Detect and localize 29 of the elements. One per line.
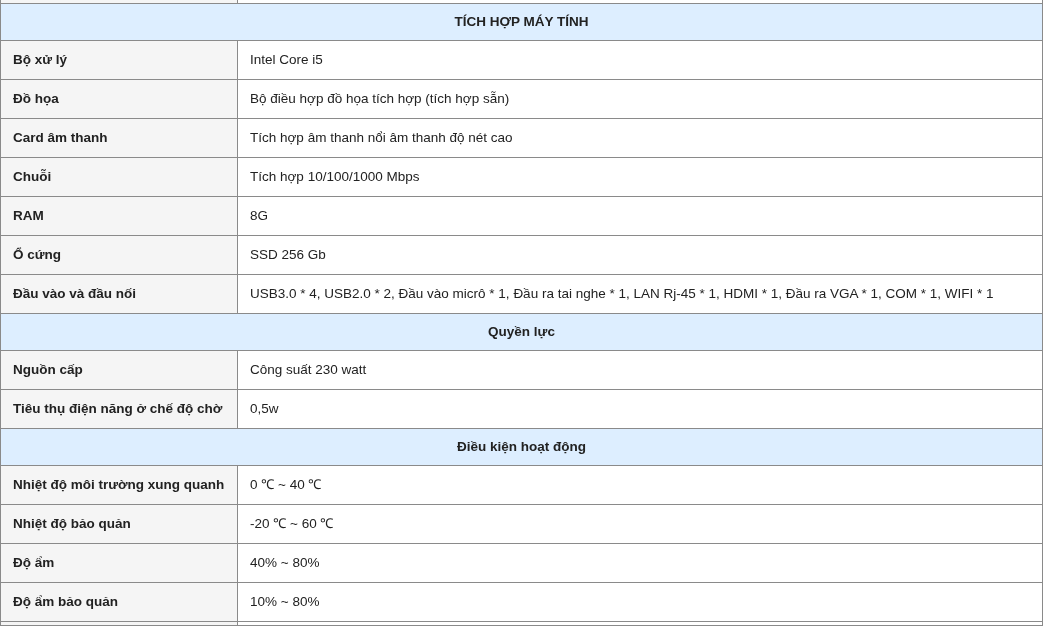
spec-label: Nguồn cấp xyxy=(0,350,238,390)
spec-label: Đồ họa xyxy=(0,79,238,119)
spec-label: Card âm thanh xyxy=(0,118,238,158)
spec-label: Độ ẩm bảo quản xyxy=(0,582,238,622)
spec-value: USB3.0 * 4, USB2.0 * 2, Đầu vào micrô * 1, Đầu ra tai nghe * 1, LAN Rj-45 * 1, HDMI * 1, Đầu ra VGA * 1, COM * 1, WIFI * 1 xyxy=(237,274,1043,314)
spec-value: 0 ℃ ~ 40 ℃ xyxy=(237,465,1043,505)
section-header: Quyền lực xyxy=(0,313,1043,351)
spec-value: SSD 256 Gb xyxy=(237,235,1043,275)
spec-label: Nhiệt độ bảo quản xyxy=(0,504,238,544)
spec-value: 40% ~ 80% xyxy=(237,543,1043,583)
spec-value: Tích hợp 10/100/1000 Mbps xyxy=(237,157,1043,197)
spec-value: -20 ℃ ~ 60 ℃ xyxy=(237,504,1043,544)
section-header: Điều kiện hoạt động xyxy=(0,428,1043,466)
spec-label: Độ ẩm xyxy=(0,543,238,583)
spec-label: Chuỗi xyxy=(0,157,238,197)
spec-value: 8G xyxy=(237,196,1043,236)
spec-label: Bộ xử lý xyxy=(0,40,238,80)
section-header: TÍCH HỢP MÁY TÍNH xyxy=(0,3,1043,41)
spec-value: 10% ~ 80% xyxy=(237,582,1043,622)
spec-value: Bộ điều hợp đồ họa tích hợp (tích hợp sẵn) xyxy=(237,79,1043,119)
spec-label: Ổ cứng xyxy=(0,235,238,275)
spec-value: Tích hợp âm thanh nổi âm thanh độ nét cao xyxy=(237,118,1043,158)
spec-value: Intel Core i5 xyxy=(237,40,1043,80)
spec-value: 0,5w xyxy=(237,389,1043,429)
spec-label: RAM xyxy=(0,196,238,236)
spec-label: Đầu vào và đầu nối xyxy=(0,274,238,314)
spec-value: Công suất 230 watt xyxy=(237,350,1043,390)
spec-label: Tiêu thụ điện năng ở chế độ chờ xyxy=(0,389,238,429)
spec-label: Nhiệt độ môi trường xung quanh xyxy=(0,465,238,505)
